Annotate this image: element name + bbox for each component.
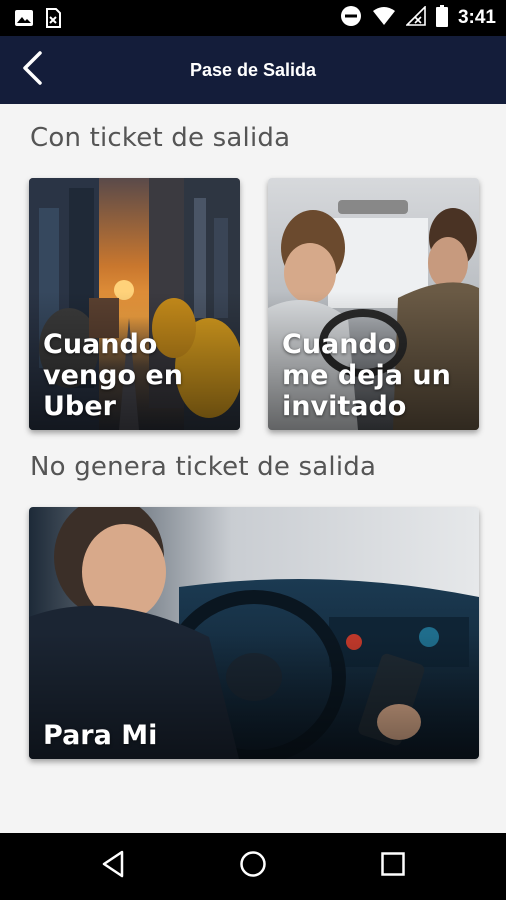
section-title-with-ticket: Con ticket de salida xyxy=(30,123,291,153)
dnd-icon xyxy=(340,5,362,32)
battery-icon xyxy=(435,4,448,32)
card-uber[interactable]: Cuando vengo en Uber xyxy=(29,178,240,430)
card-for-me[interactable]: Para Mi xyxy=(29,507,479,759)
section-title-no-ticket: No genera ticket de salida xyxy=(30,452,377,482)
card-guest[interactable]: Cuando me deja un invitado xyxy=(268,178,479,430)
no-signal-icon xyxy=(405,4,426,31)
image-icon xyxy=(14,8,34,33)
nav-back-button[interactable] xyxy=(88,843,138,889)
wifi-icon xyxy=(372,6,396,31)
app-bar: Pase de Salida xyxy=(0,36,506,104)
status-bar: 3:41 xyxy=(0,0,506,36)
nav-home-button[interactable] xyxy=(228,843,278,889)
home-circle-icon xyxy=(239,850,267,883)
page-title: Pase de Salida xyxy=(189,60,317,80)
back-chevron-icon xyxy=(19,50,45,91)
nav-recents-button[interactable] xyxy=(368,843,418,889)
card-label-uber: Cuando vengo en Uber xyxy=(43,329,183,422)
back-button[interactable] xyxy=(10,48,54,92)
navigation-bar xyxy=(0,833,506,900)
recents-square-icon xyxy=(380,851,406,882)
back-triangle-icon xyxy=(100,850,126,883)
card-label-guest: Cuando me deja un invitado xyxy=(282,329,451,422)
card-label-for-me: Para Mi xyxy=(43,720,158,751)
sim-icon xyxy=(44,8,62,33)
status-time: 3:41 xyxy=(457,7,496,28)
